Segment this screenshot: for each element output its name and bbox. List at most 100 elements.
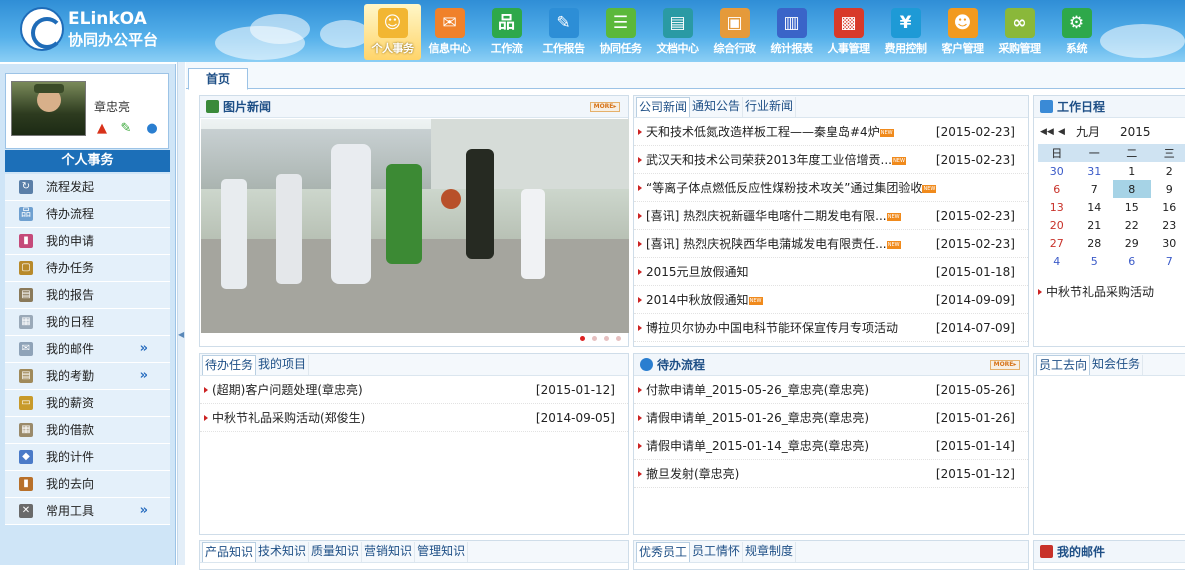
list-item[interactable]: 请假申请单_2015-01-14_章忠亮(章忠亮)[2015-01-14]: [634, 432, 1028, 460]
app-logo[interactable]: ELinkOA 协同办公平台: [20, 5, 200, 55]
list-item[interactable]: (超期)客户问题处理(章忠亮)[2015-01-12]: [200, 376, 628, 404]
lock-icon[interactable]: ▲: [94, 121, 110, 137]
tab-item[interactable]: 管理知识: [415, 542, 468, 562]
tab-item[interactable]: 知会任务: [1090, 355, 1143, 375]
nav-item-yen[interactable]: ¥费用控制: [877, 4, 934, 60]
list-item[interactable]: 天和技术低氮改造样板工程——秦皇岛#4炉NEW[2015-02-23]: [634, 118, 1028, 146]
calendar-day[interactable]: 13: [1038, 198, 1076, 216]
slide-dots[interactable]: [580, 336, 624, 342]
calendar-day[interactable]: 30: [1038, 162, 1076, 180]
sidebar-item-application[interactable]: ▮我的申请: [5, 228, 170, 255]
list-item[interactable]: 撤旦发射(章忠亮)[2015-01-12]: [634, 460, 1028, 488]
nav-item-customer[interactable]: ☻客户管理: [934, 4, 991, 60]
whereabouts-icon: ▮: [19, 477, 33, 491]
calendar-day[interactable]: 23: [1151, 216, 1185, 234]
sidebar-item-whereabouts[interactable]: ▮我的去向: [5, 471, 170, 498]
list-item[interactable]: 中秋节礼品采购活动(郑俊生)[2014-09-05]: [200, 404, 628, 432]
calendar-day[interactable]: 27: [1038, 234, 1076, 252]
tab-item[interactable]: 优秀员工: [636, 542, 690, 562]
nav-item-folder[interactable]: ▤文档中心: [649, 4, 706, 60]
calendar-day[interactable]: 21: [1076, 216, 1114, 234]
tab-home[interactable]: 首页: [188, 68, 248, 90]
calendar-day[interactable]: 6: [1113, 252, 1151, 270]
tab-item[interactable]: 员工去向: [1036, 355, 1090, 375]
prev-month-button[interactable]: ◀: [1058, 120, 1065, 144]
nav-item-chat[interactable]: ✉信息中心: [421, 4, 478, 60]
sidebar-item-tools[interactable]: ✕常用工具»: [5, 498, 170, 525]
expand-arrow-icon[interactable]: »: [140, 498, 148, 524]
calendar-day[interactable]: 9: [1151, 180, 1185, 198]
calendar-day[interactable]: 7: [1151, 252, 1185, 270]
more-button[interactable]: MORE▸: [590, 102, 620, 112]
user-icon[interactable]: ●: [144, 121, 160, 137]
nav-item-report[interactable]: ✎工作报告: [535, 4, 592, 60]
nav-item-chart[interactable]: ▥统计报表: [763, 4, 820, 60]
sidebar-item-process-start[interactable]: ↻流程发起: [5, 174, 170, 201]
sidebar-collapse-handle[interactable]: ◀: [177, 62, 185, 565]
tab-item[interactable]: 公司新闻: [636, 97, 690, 117]
calendar-day[interactable]: 29: [1113, 234, 1151, 252]
more-button[interactable]: MORE▸: [990, 360, 1020, 370]
news-photo[interactable]: [201, 119, 629, 333]
list-item[interactable]: [喜讯] 热烈庆祝陕西华电蒲城发电有限责任...NEW[2015-02-23]: [634, 230, 1028, 258]
calendar-day[interactable]: 16: [1151, 198, 1185, 216]
calendar-day[interactable]: 31: [1076, 162, 1114, 180]
sidebar-item-schedule[interactable]: ▦我的日程: [5, 309, 170, 336]
list-item[interactable]: 2014中秋放假通知NEW[2014-09-09]: [634, 286, 1028, 314]
tab-item[interactable]: 技术知识: [256, 542, 309, 562]
nav-item-workflow[interactable]: 品工作流: [478, 4, 535, 60]
tab-item[interactable]: 行业新闻: [743, 97, 796, 117]
nav-item-admin[interactable]: ▣综合行政: [706, 4, 763, 60]
list-item[interactable]: 付款申请单_2015-05-26_章忠亮(章忠亮)[2015-05-26]: [634, 376, 1028, 404]
list-item[interactable]: 2015元旦放假通知[2015-01-18]: [634, 258, 1028, 286]
sidebar-item-attendance[interactable]: ▤我的考勤»: [5, 363, 170, 390]
sidebar-item-todo-task[interactable]: ▢待办任务: [5, 255, 170, 282]
tab-item[interactable]: 员工情怀: [690, 542, 743, 562]
calendar-day[interactable]: 1: [1113, 162, 1151, 180]
nav-item-purchase[interactable]: ∞采购管理: [991, 4, 1048, 60]
calendar-year[interactable]: 2015: [1120, 120, 1151, 144]
nav-item-gear[interactable]: ⚙系统: [1048, 4, 1105, 60]
nav-item-task[interactable]: ☰协同任务: [592, 4, 649, 60]
sidebar-item-loan[interactable]: ▦我的借款: [5, 417, 170, 444]
sidebar-item-piecework[interactable]: ◆我的计件: [5, 444, 170, 471]
sidebar-item-pending-flow[interactable]: 品待办流程: [5, 201, 170, 228]
tab-item[interactable]: 产品知识: [202, 542, 256, 562]
calendar-day[interactable]: 4: [1038, 252, 1076, 270]
nav-item-person[interactable]: ☺个人事务: [364, 4, 421, 60]
calendar-day[interactable]: 8: [1113, 180, 1151, 198]
calendar-day[interactable]: 15: [1113, 198, 1151, 216]
calendar-day[interactable]: 7: [1076, 180, 1114, 198]
prev-year-button[interactable]: ◀◀: [1040, 120, 1054, 144]
tab-item[interactable]: 营销知识: [362, 542, 415, 562]
calendar-day[interactable]: 20: [1038, 216, 1076, 234]
photo-news-panel: 图片新闻 MORE▸: [199, 95, 629, 347]
calendar-day[interactable]: 6: [1038, 180, 1076, 198]
schedule-event[interactable]: 中秋节礼品采购活动: [1034, 278, 1185, 306]
list-item[interactable]: 博拉贝尔协办中国电科节能环保宣传月专项活动[2014-07-09]: [634, 314, 1028, 342]
tab-item[interactable]: 待办任务: [202, 355, 256, 375]
tab-item[interactable]: 通知公告: [690, 97, 743, 117]
edit-icon[interactable]: ✎: [118, 121, 134, 137]
calendar-month[interactable]: 九月: [1076, 120, 1100, 144]
calendar-day[interactable]: 22: [1113, 216, 1151, 234]
calendar-day[interactable]: 5: [1076, 252, 1114, 270]
expand-arrow-icon[interactable]: »: [140, 363, 148, 389]
calendar-day[interactable]: 28: [1076, 234, 1114, 252]
list-item[interactable]: [喜讯] 热烈庆祝新疆华电喀什二期发电有限...NEW[2015-02-23]: [634, 202, 1028, 230]
sidebar-item-mail[interactable]: ✉我的邮件»: [5, 336, 170, 363]
expand-arrow-icon[interactable]: »: [140, 336, 148, 362]
tab-item[interactable]: 规章制度: [743, 542, 796, 562]
nav-item-hr[interactable]: ▩人事管理: [820, 4, 877, 60]
sidebar-item-label: 我的申请: [46, 234, 94, 248]
sidebar-item-my-report[interactable]: ▤我的报告: [5, 282, 170, 309]
tab-item[interactable]: 我的项目: [256, 355, 309, 375]
list-item[interactable]: “等离子体点燃低反应性煤粉技术攻关”通过集团验收NEW: [634, 174, 1028, 202]
calendar-day[interactable]: 30: [1151, 234, 1185, 252]
sidebar-item-salary[interactable]: ▭我的薪资: [5, 390, 170, 417]
list-item[interactable]: 武汉天和技术公司荣获2013年度工业倍增贡...NEW[2015-02-23]: [634, 146, 1028, 174]
calendar-day[interactable]: 14: [1076, 198, 1114, 216]
calendar-day[interactable]: 2: [1151, 162, 1185, 180]
list-item[interactable]: 请假申请单_2015-01-26_章忠亮(章忠亮)[2015-01-26]: [634, 404, 1028, 432]
tab-item[interactable]: 质量知识: [309, 542, 362, 562]
